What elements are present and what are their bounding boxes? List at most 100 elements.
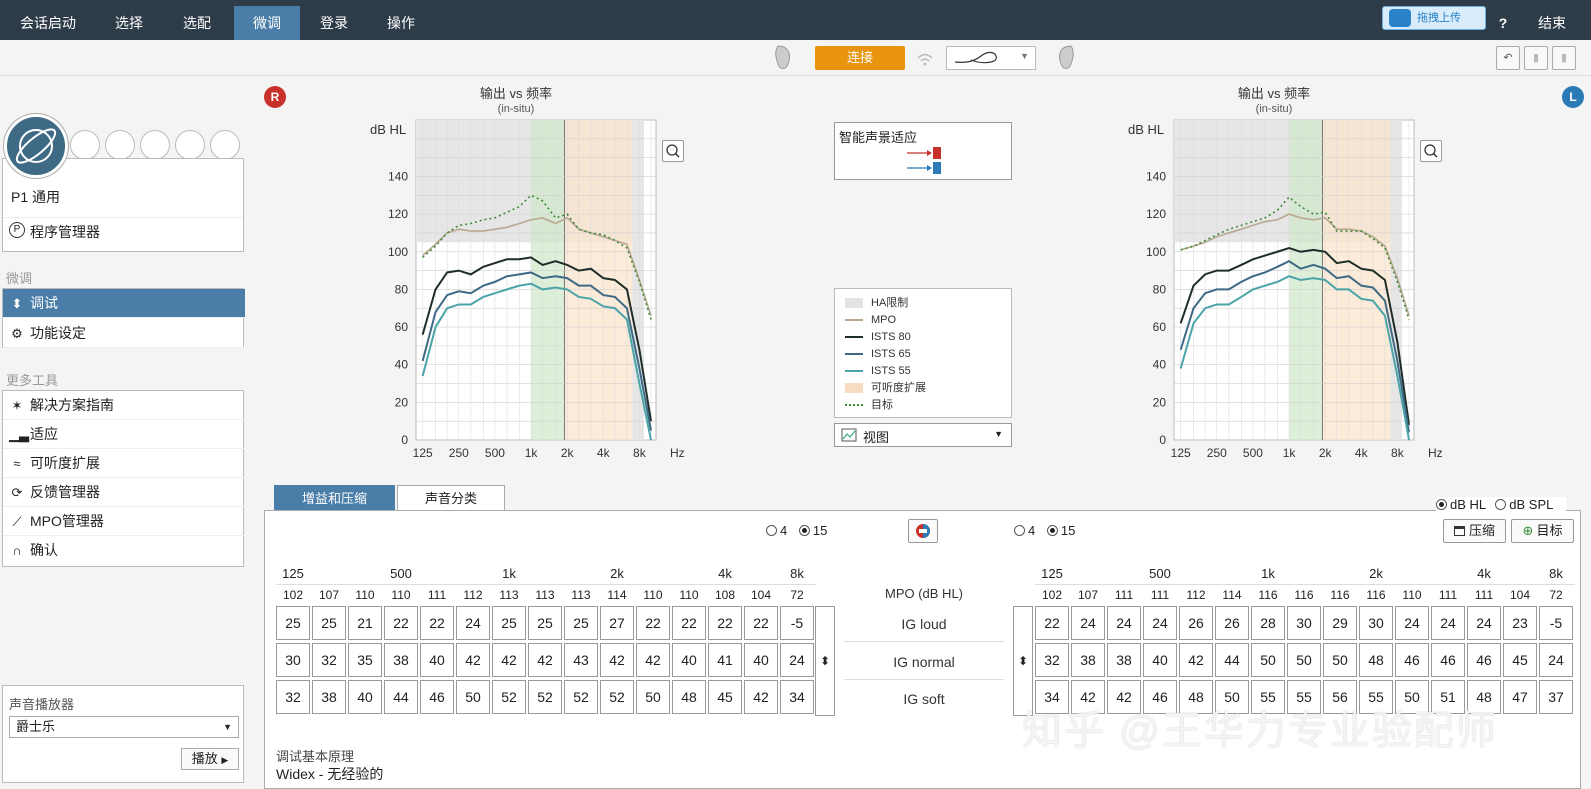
gain-cell-ig-normal[interactable]: 42 (528, 643, 562, 677)
play-button[interactable]: 播放 ▶ (181, 748, 239, 770)
gain-cell-ig-normal[interactable]: 46 (1395, 643, 1429, 677)
mpo-value[interactable]: 111 (1107, 588, 1141, 602)
gain-cell-ig-loud[interactable]: 25 (564, 606, 598, 640)
gain-cell-ig-normal[interactable]: 32 (312, 643, 346, 677)
mpo-value[interactable]: 114 (1215, 588, 1249, 602)
mpo-value[interactable]: 104 (744, 588, 778, 602)
gain-cell-ig-normal[interactable]: 50 (1251, 643, 1285, 677)
menu-item-feature-settings[interactable]: ⚙ 功能设定 (3, 319, 245, 348)
mpo-value[interactable]: 112 (456, 588, 490, 602)
gain-cell-ig-normal[interactable]: 42 (456, 643, 490, 677)
target-button[interactable]: ⊕ 目标 (1511, 519, 1574, 543)
gain-cell-ig-normal[interactable]: 30 (276, 643, 310, 677)
program-slot-3[interactable] (105, 130, 135, 160)
device-selector[interactable]: ▼ (946, 46, 1036, 70)
gain-cell-ig-soft[interactable]: 38 (312, 680, 346, 714)
gain-cell-ig-loud[interactable]: 22 (1035, 606, 1069, 640)
mpo-value[interactable]: 111 (420, 588, 454, 602)
gain-cell-ig-loud[interactable]: 26 (1179, 606, 1213, 640)
gain-cell-ig-loud[interactable]: 22 (672, 606, 706, 640)
gain-cell-ig-loud[interactable]: 24 (1431, 606, 1465, 640)
gain-cell-ig-loud[interactable]: 27 (600, 606, 634, 640)
gain-cell-ig-normal[interactable]: 50 (1287, 643, 1321, 677)
program-slot-6[interactable] (210, 130, 240, 160)
gain-cell-ig-loud[interactable]: 25 (528, 606, 562, 640)
mpo-value[interactable]: 110 (672, 588, 706, 602)
mpo-value[interactable]: 102 (276, 588, 310, 602)
gain-cell-ig-soft[interactable]: 32 (276, 680, 310, 714)
view-dropdown[interactable]: 视图 ▼ (834, 423, 1012, 447)
mpo-value[interactable]: 116 (1287, 588, 1321, 602)
gain-cell-ig-normal[interactable]: 35 (348, 643, 382, 677)
mpo-value[interactable]: 110 (1395, 588, 1429, 602)
gain-cell-ig-loud[interactable]: 24 (1395, 606, 1429, 640)
finish-button[interactable]: 结束 (1520, 6, 1584, 40)
gain-cell-ig-soft[interactable]: 37 (1539, 680, 1573, 714)
mpo-value[interactable]: 108 (708, 588, 742, 602)
program-slot-4[interactable] (140, 130, 170, 160)
gain-cell-ig-loud[interactable]: -5 (1539, 606, 1573, 640)
mpo-value[interactable]: 112 (1179, 588, 1213, 602)
nav-tab-session-start[interactable]: 会话启动 (8, 6, 88, 40)
gain-cell-ig-loud[interactable]: 22 (744, 606, 778, 640)
gain-cell-ig-normal[interactable]: 50 (1323, 643, 1357, 677)
menu-item-mpo-manager[interactable]: ⟋ MPO管理器 (3, 507, 245, 536)
nav-tab-select[interactable]: 选择 (98, 6, 160, 40)
gain-cell-ig-soft[interactable]: 52 (564, 680, 598, 714)
help-icon[interactable]: ? (1490, 6, 1516, 40)
gain-cell-ig-soft[interactable]: 52 (528, 680, 562, 714)
nav-tab-login[interactable]: 登录 (303, 6, 365, 40)
gain-cell-ig-loud[interactable]: 22 (708, 606, 742, 640)
gain-cell-ig-soft[interactable]: 52 (600, 680, 634, 714)
program-globe-icon[interactable] (4, 114, 68, 178)
gain-cell-ig-soft[interactable]: 47 (1503, 680, 1537, 714)
gain-cell-ig-loud[interactable]: -5 (780, 606, 814, 640)
gain-cell-ig-loud[interactable]: 24 (1467, 606, 1501, 640)
gain-cell-ig-loud[interactable]: 28 (1251, 606, 1285, 640)
gain-cell-ig-loud[interactable]: 24 (1143, 606, 1177, 640)
zoom-left-button[interactable] (1420, 140, 1442, 162)
gain-cell-ig-normal[interactable]: 40 (420, 643, 454, 677)
gain-cell-ig-normal[interactable]: 46 (1467, 643, 1501, 677)
mpo-value[interactable]: 110 (636, 588, 670, 602)
gain-cell-ig-normal[interactable]: 40 (672, 643, 706, 677)
mpo-value[interactable]: 114 (600, 588, 634, 602)
gain-cell-ig-normal[interactable]: 41 (708, 643, 742, 677)
gain-cell-ig-loud[interactable]: 22 (636, 606, 670, 640)
pause-icon[interactable]: ▮ (1552, 46, 1576, 70)
gain-cell-ig-loud[interactable]: 21 (348, 606, 382, 640)
mpo-value[interactable]: 113 (492, 588, 526, 602)
gain-cell-ig-normal[interactable]: 40 (744, 643, 778, 677)
channel-radio-15[interactable]: 15 (1046, 523, 1075, 538)
mpo-value[interactable]: 113 (564, 588, 598, 602)
undo-icon[interactable]: ↶ (1496, 46, 1520, 70)
channel-radio-4[interactable]: 4 (1014, 523, 1035, 538)
gain-cell-ig-normal[interactable]: 40 (1143, 643, 1177, 677)
gain-cell-ig-loud[interactable]: 24 (1071, 606, 1105, 640)
mpo-value[interactable]: 113 (528, 588, 562, 602)
menu-item-feedback-manager[interactable]: ⟳ 反馈管理器 (3, 478, 245, 507)
menu-item-adjust[interactable]: ⬍ 调试 (3, 289, 245, 318)
program-slot-5[interactable] (175, 130, 205, 160)
menu-item-adaptation[interactable]: ▁▃ 适应 (3, 420, 245, 449)
nav-tab-action[interactable]: 操作 (370, 6, 432, 40)
gain-cell-ig-normal[interactable]: 43 (564, 643, 598, 677)
adjust-all-right-handle[interactable]: ⬍ (815, 606, 835, 716)
mpo-value[interactable]: 110 (384, 588, 418, 602)
mpo-value[interactable]: 107 (1071, 588, 1105, 602)
gain-cell-ig-soft[interactable]: 42 (744, 680, 778, 714)
gain-cell-ig-loud[interactable]: 30 (1287, 606, 1321, 640)
sound-select[interactable]: 爵士乐 ▼ (9, 716, 239, 738)
gain-cell-ig-normal[interactable]: 24 (1539, 643, 1573, 677)
mpo-value[interactable]: 111 (1143, 588, 1177, 602)
gain-cell-ig-loud[interactable]: 23 (1503, 606, 1537, 640)
mpo-value[interactable]: 111 (1431, 588, 1465, 602)
gain-cell-ig-soft[interactable]: 50 (456, 680, 490, 714)
mpo-value[interactable]: 116 (1251, 588, 1285, 602)
gain-cell-ig-soft[interactable]: 52 (492, 680, 526, 714)
mpo-value[interactable]: 72 (780, 588, 814, 602)
mpo-value[interactable]: 72 (1539, 588, 1573, 602)
gain-cell-ig-soft[interactable]: 46 (420, 680, 454, 714)
gain-cell-ig-normal[interactable]: 38 (384, 643, 418, 677)
gain-cell-ig-loud[interactable]: 26 (1215, 606, 1249, 640)
